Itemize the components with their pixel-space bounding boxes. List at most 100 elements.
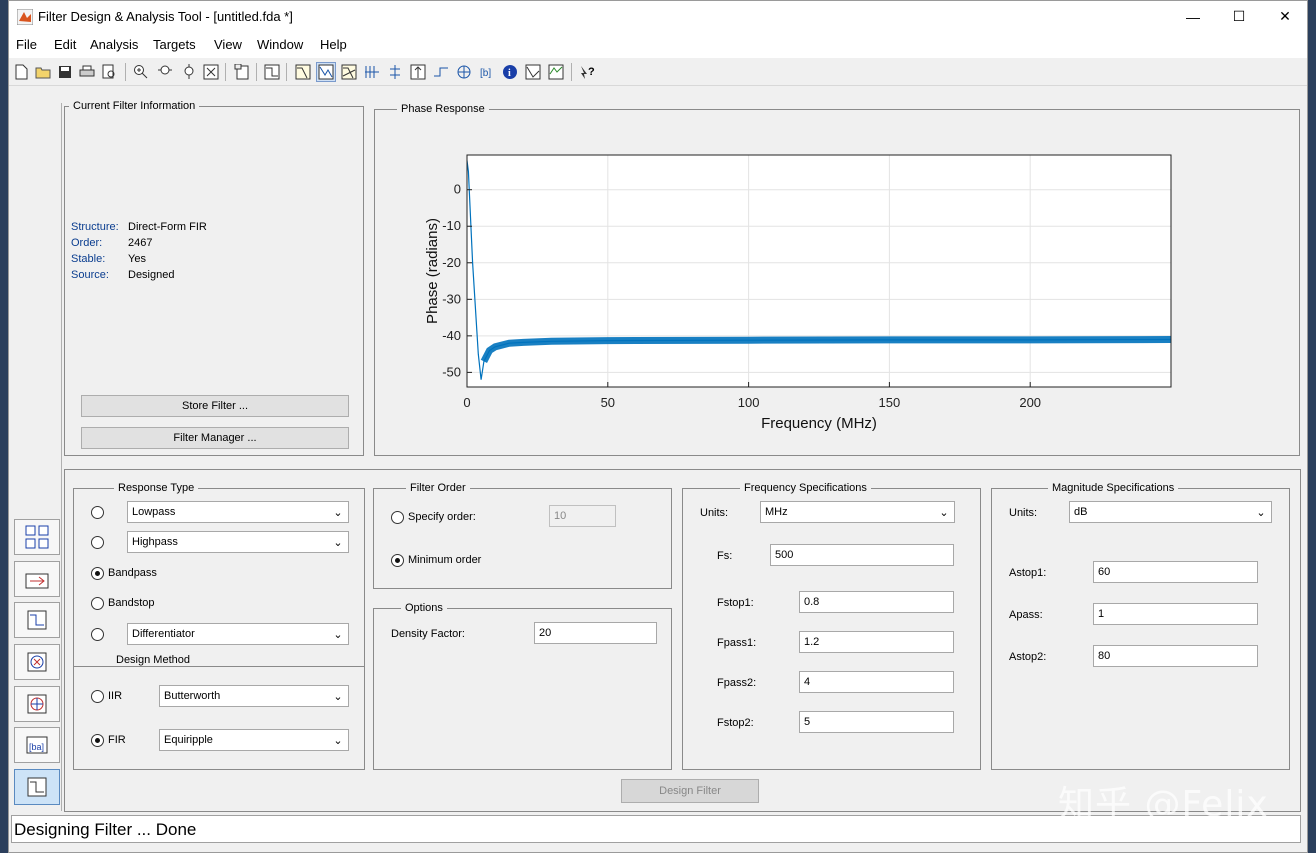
- filter-specifications-icon[interactable]: [262, 62, 282, 82]
- current-filter-info-panel: Current Filter Information Structure: Dir…: [64, 100, 364, 456]
- specify-order-input[interactable]: 10: [549, 505, 616, 527]
- zoom-x-icon[interactable]: [155, 62, 175, 82]
- specify-order-radio[interactable]: [391, 511, 404, 524]
- highpass-radio[interactable]: [91, 536, 104, 549]
- options-panel: Options Density Factor: 20: [373, 602, 672, 770]
- fstop1-label: Fstop1:: [717, 597, 754, 609]
- magnitude-response-icon[interactable]: [293, 62, 313, 82]
- fir-radio[interactable]: [91, 734, 104, 747]
- differentiator-radio[interactable]: [91, 628, 104, 641]
- chevron-down-icon: ⌄: [1256, 506, 1266, 519]
- group-delay-icon[interactable]: [362, 62, 382, 82]
- phase-response-icon[interactable]: [316, 62, 336, 82]
- impulse-response-icon[interactable]: [408, 62, 428, 82]
- chevron-down-icon: ⌄: [333, 628, 343, 641]
- magnitude-specs-panel: Magnitude Specifications Units: dB ⌄ Asto…: [991, 482, 1290, 770]
- x-axis-label: Frequency (MHz): [761, 415, 877, 432]
- zoom-in-icon[interactable]: [131, 62, 151, 82]
- magnitude-estimate-icon[interactable]: [523, 62, 543, 82]
- full-view-icon[interactable]: [201, 62, 221, 82]
- magnitude-phase-icon[interactable]: [339, 62, 359, 82]
- x-tick-label: 200: [1019, 395, 1041, 410]
- close-button[interactable]: ✕: [1262, 1, 1308, 32]
- x-tick-label: 100: [738, 395, 760, 410]
- y-axis-label: Phase (radians): [424, 218, 441, 324]
- window-title: Filter Design & Analysis Tool - [untitle…: [38, 9, 293, 24]
- filter-coefficients-icon[interactable]: [b]: [477, 62, 497, 82]
- chevron-down-icon: ⌄: [333, 506, 343, 519]
- filter-manager-button[interactable]: Filter Manager ...: [81, 427, 349, 449]
- pole-zero-icon[interactable]: [454, 62, 474, 82]
- new-figure-icon[interactable]: [232, 62, 252, 82]
- fpass1-input[interactable]: 1.2: [799, 631, 954, 653]
- pole-zero-editor-icon[interactable]: [14, 644, 60, 680]
- apass-input[interactable]: 1: [1093, 603, 1258, 625]
- divider: [73, 666, 365, 667]
- fstop1-input[interactable]: 0.8: [799, 591, 954, 613]
- minimum-order-radio[interactable]: [391, 554, 404, 567]
- design-filter-panel-icon[interactable]: [14, 769, 60, 805]
- x-tick-label: 50: [601, 395, 615, 410]
- chevron-down-icon: ⌄: [939, 506, 949, 519]
- fpass2-input[interactable]: 4: [799, 671, 954, 693]
- bandstop-label: Bandstop: [108, 597, 155, 609]
- menu-file[interactable]: File: [16, 37, 37, 52]
- fs-input[interactable]: 500: [770, 544, 954, 566]
- lowpass-radio[interactable]: [91, 506, 104, 519]
- matlab-logo-icon: [17, 9, 33, 25]
- multirate-design-icon[interactable]: [14, 686, 60, 722]
- iir-method-select[interactable]: Butterworth ⌄: [159, 685, 349, 707]
- bandpass-label: Bandpass: [108, 567, 157, 579]
- step-response-icon[interactable]: [431, 62, 451, 82]
- store-filter-button[interactable]: Store Filter ...: [81, 395, 349, 417]
- magnitude-units-label: Units:: [1009, 507, 1038, 519]
- transform-filter-icon[interactable]: [14, 519, 60, 555]
- side-panel: [ba]: [9, 103, 62, 811]
- zoom-y-icon[interactable]: [179, 62, 199, 82]
- maximize-button[interactable]: ☐: [1216, 1, 1262, 32]
- toolbar: [b] i ?: [9, 58, 1307, 86]
- minimize-button[interactable]: —: [1170, 1, 1216, 32]
- new-file-icon[interactable]: [11, 62, 31, 82]
- astop2-input[interactable]: 80: [1093, 645, 1258, 667]
- specify-order-label: Specify order:: [408, 511, 476, 523]
- bandstop-radio[interactable]: [91, 597, 104, 610]
- import-filter-icon[interactable]: [ba]: [14, 727, 60, 763]
- menu-edit[interactable]: Edit: [54, 37, 76, 52]
- save-icon[interactable]: [55, 62, 75, 82]
- fir-method-select[interactable]: Equiripple ⌄: [159, 729, 349, 751]
- realize-model-icon[interactable]: [14, 561, 60, 597]
- print-preview-icon[interactable]: [99, 62, 119, 82]
- menu-analysis[interactable]: Analysis: [90, 37, 138, 52]
- frequency-units-select[interactable]: MHz ⌄: [760, 501, 955, 523]
- menu-targets[interactable]: Targets: [153, 37, 196, 52]
- menu-window[interactable]: Window: [257, 37, 303, 52]
- design-filter-button[interactable]: Design Filter: [621, 779, 759, 803]
- menu-help[interactable]: Help: [320, 37, 347, 52]
- open-folder-icon[interactable]: [33, 62, 53, 82]
- differentiator-select[interactable]: Differentiator ⌄: [127, 623, 349, 645]
- magnitude-units-select[interactable]: dB ⌄: [1069, 501, 1272, 523]
- chevron-down-icon: ⌄: [333, 690, 343, 703]
- whats-this-icon[interactable]: ?: [577, 62, 597, 82]
- phase-delay-icon[interactable]: [385, 62, 405, 82]
- iir-radio[interactable]: [91, 690, 104, 703]
- fpass1-label: Fpass1:: [717, 637, 757, 649]
- bandpass-radio[interactable]: [91, 567, 104, 580]
- round-off-noise-icon[interactable]: [546, 62, 566, 82]
- fstop2-input[interactable]: 5: [799, 711, 954, 733]
- menu-view[interactable]: View: [214, 37, 242, 52]
- fs-label: Fs:: [717, 550, 733, 562]
- phase-response-chart[interactable]: 0 50 100 150 200 0 -10 -20 -30 -40 -50 Frequency (M…: [374, 109, 1300, 456]
- phase-response-panel: Phase Response 0 50 100 150 200 0 -10 -20 -30 -40…: [374, 103, 1300, 456]
- lowpass-select[interactable]: Lowpass ⌄: [127, 501, 349, 523]
- highpass-select[interactable]: Highpass ⌄: [127, 531, 349, 553]
- set-quantization-icon[interactable]: [14, 602, 60, 638]
- filter-order-panel: Filter Order Specify order: 10 Minimum o…: [373, 482, 672, 589]
- filter-information-icon[interactable]: i: [500, 62, 520, 82]
- density-factor-input[interactable]: 20: [534, 622, 657, 644]
- astop1-input[interactable]: 60: [1093, 561, 1258, 583]
- apass-label: Apass:: [1009, 609, 1043, 621]
- y-tick-label: -30: [442, 291, 461, 306]
- print-icon[interactable]: [77, 62, 97, 82]
